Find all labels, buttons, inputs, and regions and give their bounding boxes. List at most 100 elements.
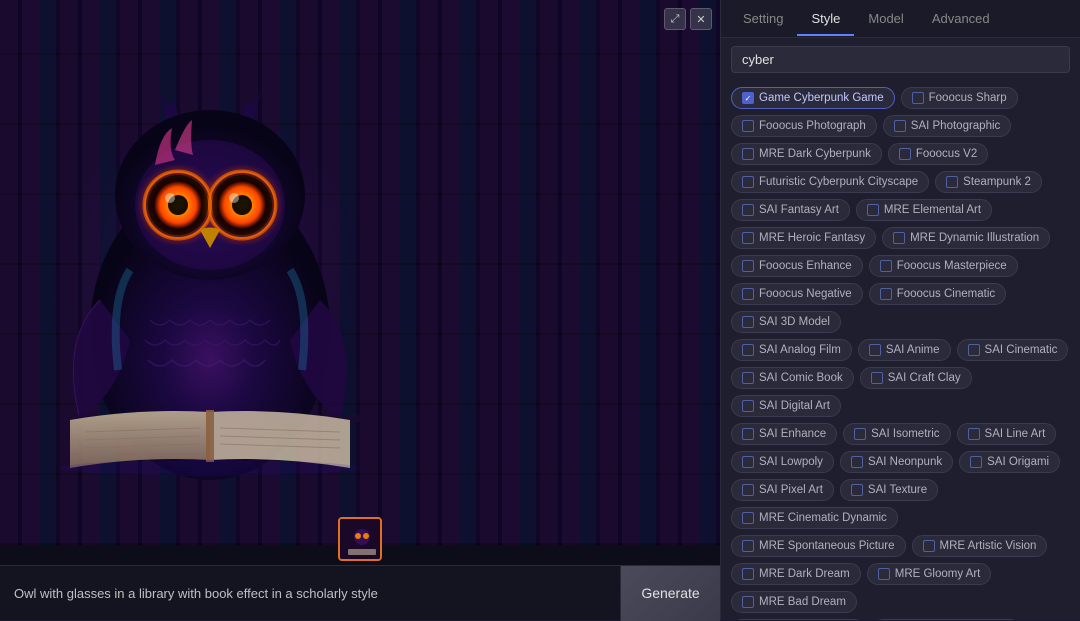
chip-checkbox	[894, 120, 906, 132]
tab-setting[interactable]: Setting	[729, 3, 797, 36]
chip-label: Steampunk 2	[963, 176, 1031, 188]
style-chip[interactable]: SAI Isometric	[843, 423, 950, 445]
style-chip[interactable]: Fooocus Masterpiece	[869, 255, 1018, 277]
chip-checkbox	[742, 512, 754, 524]
style-chip[interactable]: MRE Dark Cyberpunk	[731, 143, 882, 165]
chip-label: SAI 3D Model	[759, 316, 830, 328]
style-chip[interactable]: SAI Line Art	[957, 423, 1057, 445]
style-chip[interactable]: MRE Elemental Art	[856, 199, 992, 221]
chip-label: SAI Enhance	[759, 428, 826, 440]
close-image-button[interactable]: ✕	[690, 8, 712, 30]
style-chip[interactable]: Fooocus Photograph	[731, 115, 877, 137]
style-chip[interactable]: Fooocus V2	[888, 143, 988, 165]
chip-checkbox	[742, 568, 754, 580]
style-chip[interactable]: MRE Spontaneous Picture	[731, 535, 906, 557]
chip-checkbox	[742, 372, 754, 384]
tab-advanced[interactable]: Advanced	[918, 3, 1004, 36]
style-chip[interactable]: Fooocus Enhance	[731, 255, 863, 277]
style-chip[interactable]: SAI Anime	[858, 339, 951, 361]
chip-label: MRE Dark Dream	[759, 568, 850, 580]
chip-label: SAI Pixel Art	[759, 484, 823, 496]
chip-checkbox	[742, 288, 754, 300]
style-chip[interactable]: MRE Cinematic Dynamic	[731, 507, 898, 529]
style-chip[interactable]: MRE Bad Dream	[731, 591, 857, 613]
chip-label: MRE Dynamic Illustration	[910, 232, 1039, 244]
chip-checkbox	[871, 372, 883, 384]
generate-button[interactable]: Generate	[620, 566, 720, 621]
chip-checkbox	[968, 428, 980, 440]
style-chip[interactable]: Fooocus Cinematic	[869, 283, 1006, 305]
style-chip[interactable]: Steampunk 2	[935, 171, 1042, 193]
chip-label: MRE Gloomy Art	[895, 568, 981, 580]
style-chip[interactable]: SAI Photographic	[883, 115, 1012, 137]
chip-checkbox	[970, 456, 982, 468]
chip-checkbox	[946, 176, 958, 188]
chip-label: SAI Craft Clay	[888, 372, 961, 384]
prompt-input[interactable]	[0, 566, 620, 620]
chip-checkbox	[742, 232, 754, 244]
chip-checkbox	[869, 344, 881, 356]
chip-checkbox	[742, 456, 754, 468]
style-row: Fooocus Negative Fooocus Cinematic SAI 3D …	[731, 283, 1070, 333]
chip-checkbox	[851, 456, 863, 468]
expand-button[interactable]: ⤢	[664, 8, 686, 30]
chip-label: Fooocus Cinematic	[897, 288, 995, 300]
chip-label: MRE Dark Cyberpunk	[759, 148, 871, 160]
chip-label: Fooocus Enhance	[759, 260, 852, 272]
chip-label: SAI Texture	[868, 484, 927, 496]
chip-checkbox	[742, 344, 754, 356]
style-chip[interactable]: SAI Texture	[840, 479, 938, 501]
style-chip[interactable]: SAI Cinematic	[957, 339, 1069, 361]
style-chip[interactable]: Fooocus Sharp	[901, 87, 1018, 109]
chip-checkbox	[742, 484, 754, 496]
style-chip[interactable]: SAI Craft Clay	[860, 367, 972, 389]
chip-checkbox	[742, 428, 754, 440]
image-controls: ⤢ ✕	[664, 8, 712, 30]
generated-image	[0, 20, 720, 505]
chip-label: Futuristic Cyberpunk Cityscape	[759, 176, 918, 188]
style-row: SAI Pixel Art SAI Texture MRE Cinematic Dy…	[731, 479, 1070, 529]
style-chip[interactable]: SAI Neonpunk	[840, 451, 953, 473]
chip-label: Fooocus Photograph	[759, 120, 866, 132]
chip-checkbox	[880, 260, 892, 272]
thumbnail-item[interactable]	[338, 517, 382, 561]
style-chip[interactable]: SAI Analog Film	[731, 339, 852, 361]
right-panel: Setting Style Model Advanced Game Cyberp…	[720, 0, 1080, 620]
style-chip[interactable]: SAI Enhance	[731, 423, 837, 445]
style-chip[interactable]: SAI Lowpoly	[731, 451, 834, 473]
style-chip[interactable]: SAI Fantasy Art	[731, 199, 850, 221]
style-chip[interactable]: SAI Pixel Art	[731, 479, 834, 501]
chip-checkbox	[742, 204, 754, 216]
chip-checkbox	[899, 148, 911, 160]
chip-checkbox	[742, 260, 754, 272]
style-chip[interactable]: SAI Origami	[959, 451, 1060, 473]
chip-checkbox	[867, 204, 879, 216]
thumbnail-row	[0, 513, 720, 565]
style-chip[interactable]: MRE Dark Dream	[731, 563, 861, 585]
style-chip[interactable]: MRE Artistic Vision	[912, 535, 1048, 557]
style-chip[interactable]: Game Cyberpunk Game	[731, 87, 895, 109]
style-chip[interactable]: MRE Gloomy Art	[867, 563, 992, 585]
style-chip[interactable]: MRE Dynamic Illustration	[882, 227, 1050, 249]
tab-style[interactable]: Style	[797, 3, 854, 36]
tab-model[interactable]: Model	[854, 3, 917, 36]
style-chip[interactable]: SAI Digital Art	[731, 395, 841, 417]
style-chip[interactable]: SAI Comic Book	[731, 367, 854, 389]
style-chip[interactable]: SAI 3D Model	[731, 311, 841, 333]
chip-label: SAI Origami	[987, 456, 1049, 468]
style-chip[interactable]: Fooocus Negative	[731, 283, 863, 305]
style-search-input[interactable]	[731, 46, 1070, 73]
chip-label: SAI Comic Book	[759, 372, 843, 384]
chip-label: SAI Lowpoly	[759, 456, 823, 468]
chip-label: MRE Cinematic Dynamic	[759, 512, 887, 524]
chip-checkbox	[880, 288, 892, 300]
image-container: ⤢ ✕	[0, 0, 720, 545]
chip-checkbox	[968, 344, 980, 356]
chip-label: SAI Analog Film	[759, 344, 841, 356]
style-chip[interactable]: MRE Heroic Fantasy	[731, 227, 876, 249]
chip-checkbox	[742, 316, 754, 328]
style-chip[interactable]: Futuristic Cyberpunk Cityscape	[731, 171, 929, 193]
style-row: Fooocus Photograph SAI Photographic	[731, 115, 1070, 137]
chip-checkbox	[851, 484, 863, 496]
chip-label: SAI Photographic	[911, 120, 1001, 132]
